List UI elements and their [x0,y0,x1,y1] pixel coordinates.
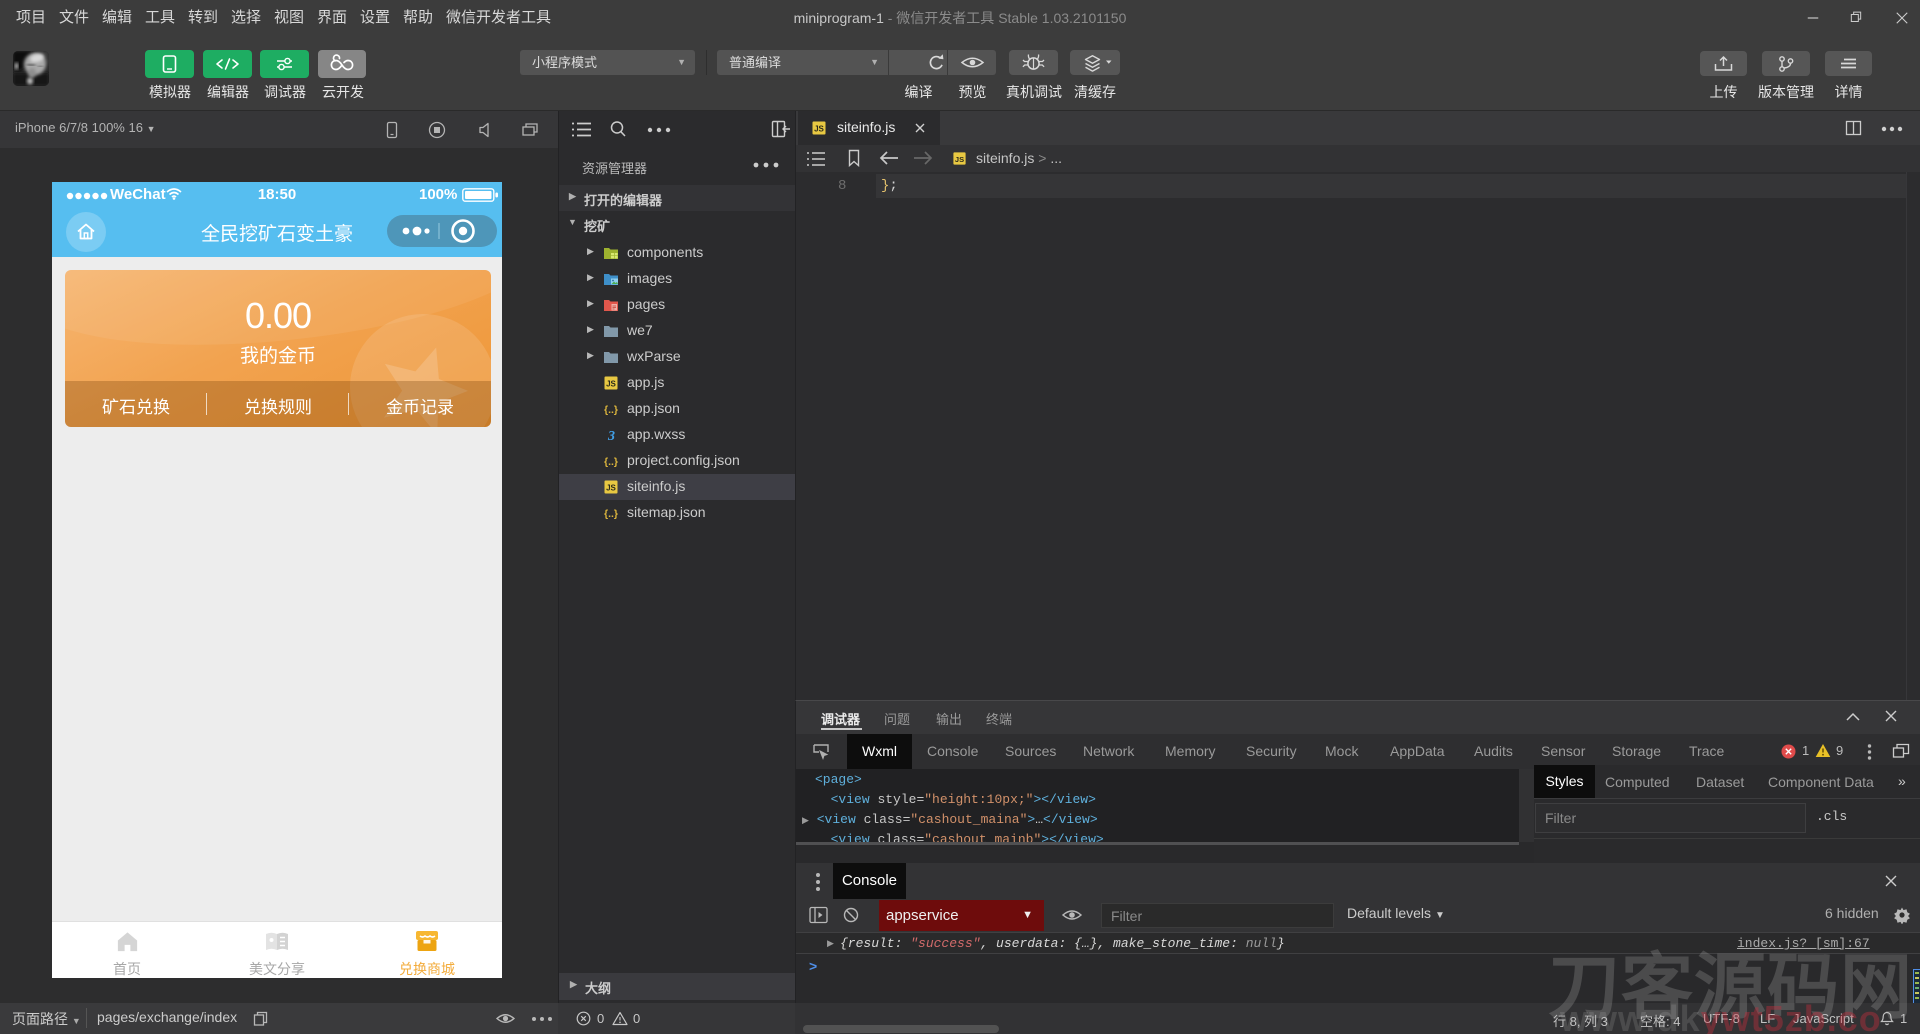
svg-text:{..}: {..} [604,508,618,520]
svg-text:JS: JS [606,380,616,389]
svg-text:{..}: {..} [604,456,618,468]
svg-text:JS: JS [955,155,964,164]
svg-text:JS: JS [606,484,616,493]
svg-text:3: 3 [607,429,615,443]
svg-text:JS: JS [814,125,824,134]
svg-text:{..}: {..} [604,404,618,416]
